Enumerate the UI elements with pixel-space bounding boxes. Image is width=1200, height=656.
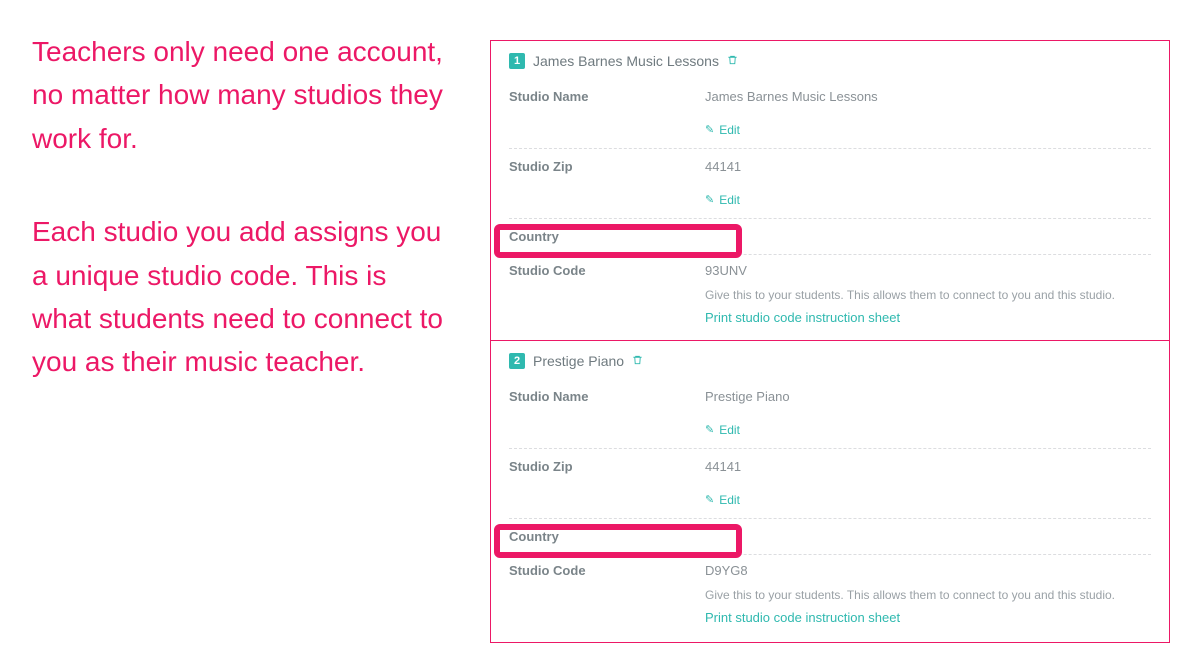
edit-text: Edit [719, 193, 740, 207]
studio-zip-row: Studio Zip 44141 [509, 449, 1151, 484]
paragraph-1: Teachers only need one account, no matte… [32, 30, 452, 160]
edit-text: Edit [719, 423, 740, 437]
studio-card-header: 1 James Barnes Music Lessons [509, 53, 1151, 69]
field-label-country: Country [509, 219, 1151, 255]
field-label-studio-name: Studio Name [509, 89, 705, 104]
field-value-studio-code: D9YG8 [705, 563, 1151, 578]
field-label-country: Country [509, 519, 1151, 555]
pencil-icon: ✎ [705, 423, 714, 436]
trash-icon[interactable] [727, 54, 738, 69]
edit-studio-name-link[interactable]: ✎ Edit [705, 423, 740, 437]
edit-studio-zip-link[interactable]: ✎ Edit [705, 493, 740, 507]
studio-title: Prestige Piano [533, 353, 624, 369]
print-instruction-link[interactable]: Print studio code instruction sheet [705, 308, 1151, 328]
studio-code-row: Studio Code D9YG8 [509, 555, 1151, 586]
studio-code-hint: Give this to your students. This allows … [509, 286, 1151, 328]
edit-text: Edit [719, 123, 740, 137]
studio-name-row: Studio Name James Barnes Music Lessons [509, 79, 1151, 114]
pencil-icon: ✎ [705, 123, 714, 136]
field-label-studio-zip: Studio Zip [509, 159, 705, 174]
studio-code-row: Studio Code 93UNV [509, 255, 1151, 286]
studio-title: James Barnes Music Lessons [533, 53, 719, 69]
studio-name-row: Studio Name Prestige Piano [509, 379, 1151, 414]
trash-icon[interactable] [632, 354, 643, 369]
field-value-studio-zip: 44141 [705, 159, 1151, 174]
edit-studio-zip-link[interactable]: ✎ Edit [705, 193, 740, 207]
print-instruction-link[interactable]: Print studio code instruction sheet [705, 608, 1151, 628]
field-label-studio-name: Studio Name [509, 389, 705, 404]
pencil-icon: ✎ [705, 193, 714, 206]
field-value-studio-name: Prestige Piano [705, 389, 1151, 404]
field-value-studio-zip: 44141 [705, 459, 1151, 474]
field-label-studio-zip: Studio Zip [509, 459, 705, 474]
studio-number-badge: 1 [509, 53, 525, 69]
studio-zip-row: Studio Zip 44141 [509, 149, 1151, 184]
edit-studio-name-link[interactable]: ✎ Edit [705, 123, 740, 137]
explanatory-text: Teachers only need one account, no matte… [32, 30, 452, 434]
field-value-studio-code: 93UNV [705, 263, 1151, 278]
studio-card: 2 Prestige Piano Studio Name Prestige Pi… [490, 340, 1170, 643]
paragraph-2: Each studio you add assigns you a unique… [32, 210, 452, 384]
pencil-icon: ✎ [705, 493, 714, 506]
field-label-studio-code: Studio Code [509, 263, 705, 278]
studio-code-hint: Give this to your students. This allows … [509, 586, 1151, 628]
studio-card-header: 2 Prestige Piano [509, 353, 1151, 369]
edit-text: Edit [719, 493, 740, 507]
studio-card: 1 James Barnes Music Lessons Studio Name… [490, 40, 1170, 343]
field-value-studio-name: James Barnes Music Lessons [705, 89, 1151, 104]
field-label-studio-code: Studio Code [509, 563, 705, 578]
studio-number-badge: 2 [509, 353, 525, 369]
